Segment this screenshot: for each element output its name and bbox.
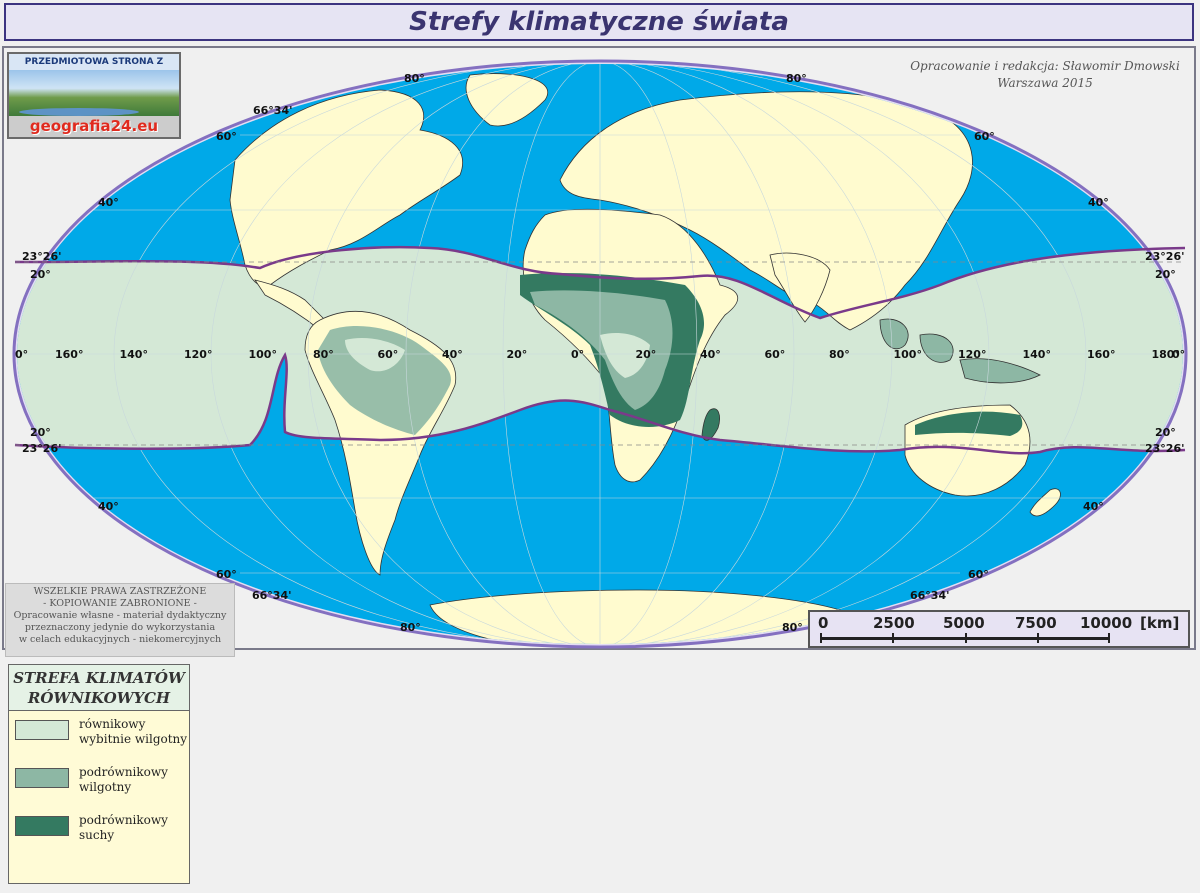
lon-label: 20° [507,348,528,361]
author-line: Opracowanie i redakcja: Sławomir Dmowski [910,59,1180,73]
legend-item-subequatorial-dry: podrównikowy suchy [15,813,189,843]
lat-label-80n-right: 80° [786,72,807,85]
logo-brand: geografia24.eu [29,117,159,135]
legend-title-line-1: STREFA KLIMATÓW [13,669,185,687]
lon-label: 160° [1087,348,1115,361]
rights-line-4: przeznaczony jedynie do wykorzystania [24,622,216,633]
lat-label-2326s-right: 23°26' [1145,442,1184,455]
legend: STREFA KLIMATÓW RÓWNIKOWYCH równikowy wyb… [8,664,190,884]
lon-label: 80° [313,348,334,361]
author-note: Opracowanie i redakcja: Sławomir Dmowski… [900,58,1190,92]
lat-label-20n-left: 20° [30,268,51,281]
scale-bar: 0 2500 5000 7500 10000 [km] [808,610,1190,648]
logo-tagline: PRZEDMIOTOWA STRONA Z GEOGRAFII [9,54,179,83]
scale-label-5000: 5000 [943,614,985,632]
legend-label-line: podrównikowy [79,813,168,827]
scale-label-7500: 7500 [1015,614,1057,632]
rights-line-5: w celach edukacyjnych - niekomercyjnych [18,634,222,645]
lat-label-2326s-left: 23°26' [22,442,61,455]
lon-label: 60° [378,348,399,361]
legend-swatch [15,816,69,836]
copyright-notice: WSZELKIE PRAWA ZASTRZEŻONE - KOPIOWANIE … [5,583,235,657]
legend-label: podrównikowy wilgotny [79,765,189,795]
legend-label: równikowy wybitnie wilgotny [79,717,189,747]
lon-label: 160° [55,348,83,361]
scale-tick [1037,633,1039,643]
lat-label-80s-left: 80° [400,621,421,634]
lon-label: 100° [894,348,922,361]
scale-label-10000: 10000 [1080,614,1133,632]
legend-item-subequatorial-humid: podrównikowy wilgotny [15,765,189,795]
lat-label-40s-left: 40° [98,500,119,513]
lon-label: 40° [700,348,721,361]
legend-title: STREFA KLIMATÓW RÓWNIKOWYCH [9,665,189,711]
lon-label: 80° [829,348,850,361]
legend-label-line: równikowy [79,717,146,731]
legend-label-line: wilgotny [79,780,132,794]
lat-label-66s-right: 66°34' [910,589,949,602]
lat-label-20n-right: 20° [1155,268,1176,281]
lon-label: 140° [1023,348,1051,361]
lon-label: 40° [442,348,463,361]
lat-label-20s-right: 20° [1155,426,1176,439]
lat-label-40n-left: 40° [98,196,119,209]
lon-label: 60° [765,348,786,361]
legend-title-line-2: RÓWNIKOWYCH [27,689,171,707]
legend-label-line: podrównikowy [79,765,168,779]
lat-label-60s-left: 60° [216,568,237,581]
scale-tick [892,633,894,643]
lon-label: 20° [636,348,657,361]
logo-landscape-image [9,70,179,116]
rights-line-1: WSZELKIE PRAWA ZASTRZEŻONE [33,586,207,597]
lat-label-80s-right: 80° [782,621,803,634]
lon-label: 180° [1152,348,1180,361]
scale-tick [1108,633,1110,643]
scale-label-2500: 2500 [873,614,915,632]
scale-unit: [km] [1140,614,1180,632]
legend-label: podrównikowy suchy [79,813,189,843]
lat-label-66n: 66°34' [253,104,292,117]
lon-label: 0° [571,348,584,361]
lat-label-20s-left: 20° [30,426,51,439]
legend-swatch [15,720,69,740]
lat-label-60s-right: 60° [968,568,989,581]
lon-label: 120° [184,348,212,361]
lon-label: 100° [249,348,277,361]
author-year: Warszawa 2015 [997,76,1093,90]
lat-label-60n-left: 60° [216,130,237,143]
lat-label-40s-right: 40° [1083,500,1104,513]
rights-line-2: - KOPIOWANIE ZABRONIONE - [43,598,197,609]
legend-label-line: suchy [79,828,115,842]
site-logo[interactable]: PRZEDMIOTOWA STRONA Z GEOGRAFII geografi… [7,52,181,139]
legend-item-equatorial-wet: równikowy wybitnie wilgotny [15,717,189,747]
legend-swatch [15,768,69,788]
scale-tick [820,633,822,643]
lat-label-40n-right: 40° [1088,196,1109,209]
lat-label-60n-right: 60° [974,130,995,143]
scale-label-0: 0 [818,614,829,632]
rights-line-3: Opracowanie własne - materiał dydaktyczn… [13,610,227,621]
scale-tick [965,633,967,643]
lat-label-2326n-left: 23°26' [22,250,61,263]
lat-label-66s-left: 66°34' [252,589,291,602]
lon-label: 120° [958,348,986,361]
lat-label-0-left: 0° [15,348,28,361]
lat-label-80n-left: 80° [404,72,425,85]
lon-label: 140° [120,348,148,361]
lat-label-2326n-right: 23°26' [1145,250,1184,263]
legend-label-line: wybitnie wilgotny [79,732,188,746]
